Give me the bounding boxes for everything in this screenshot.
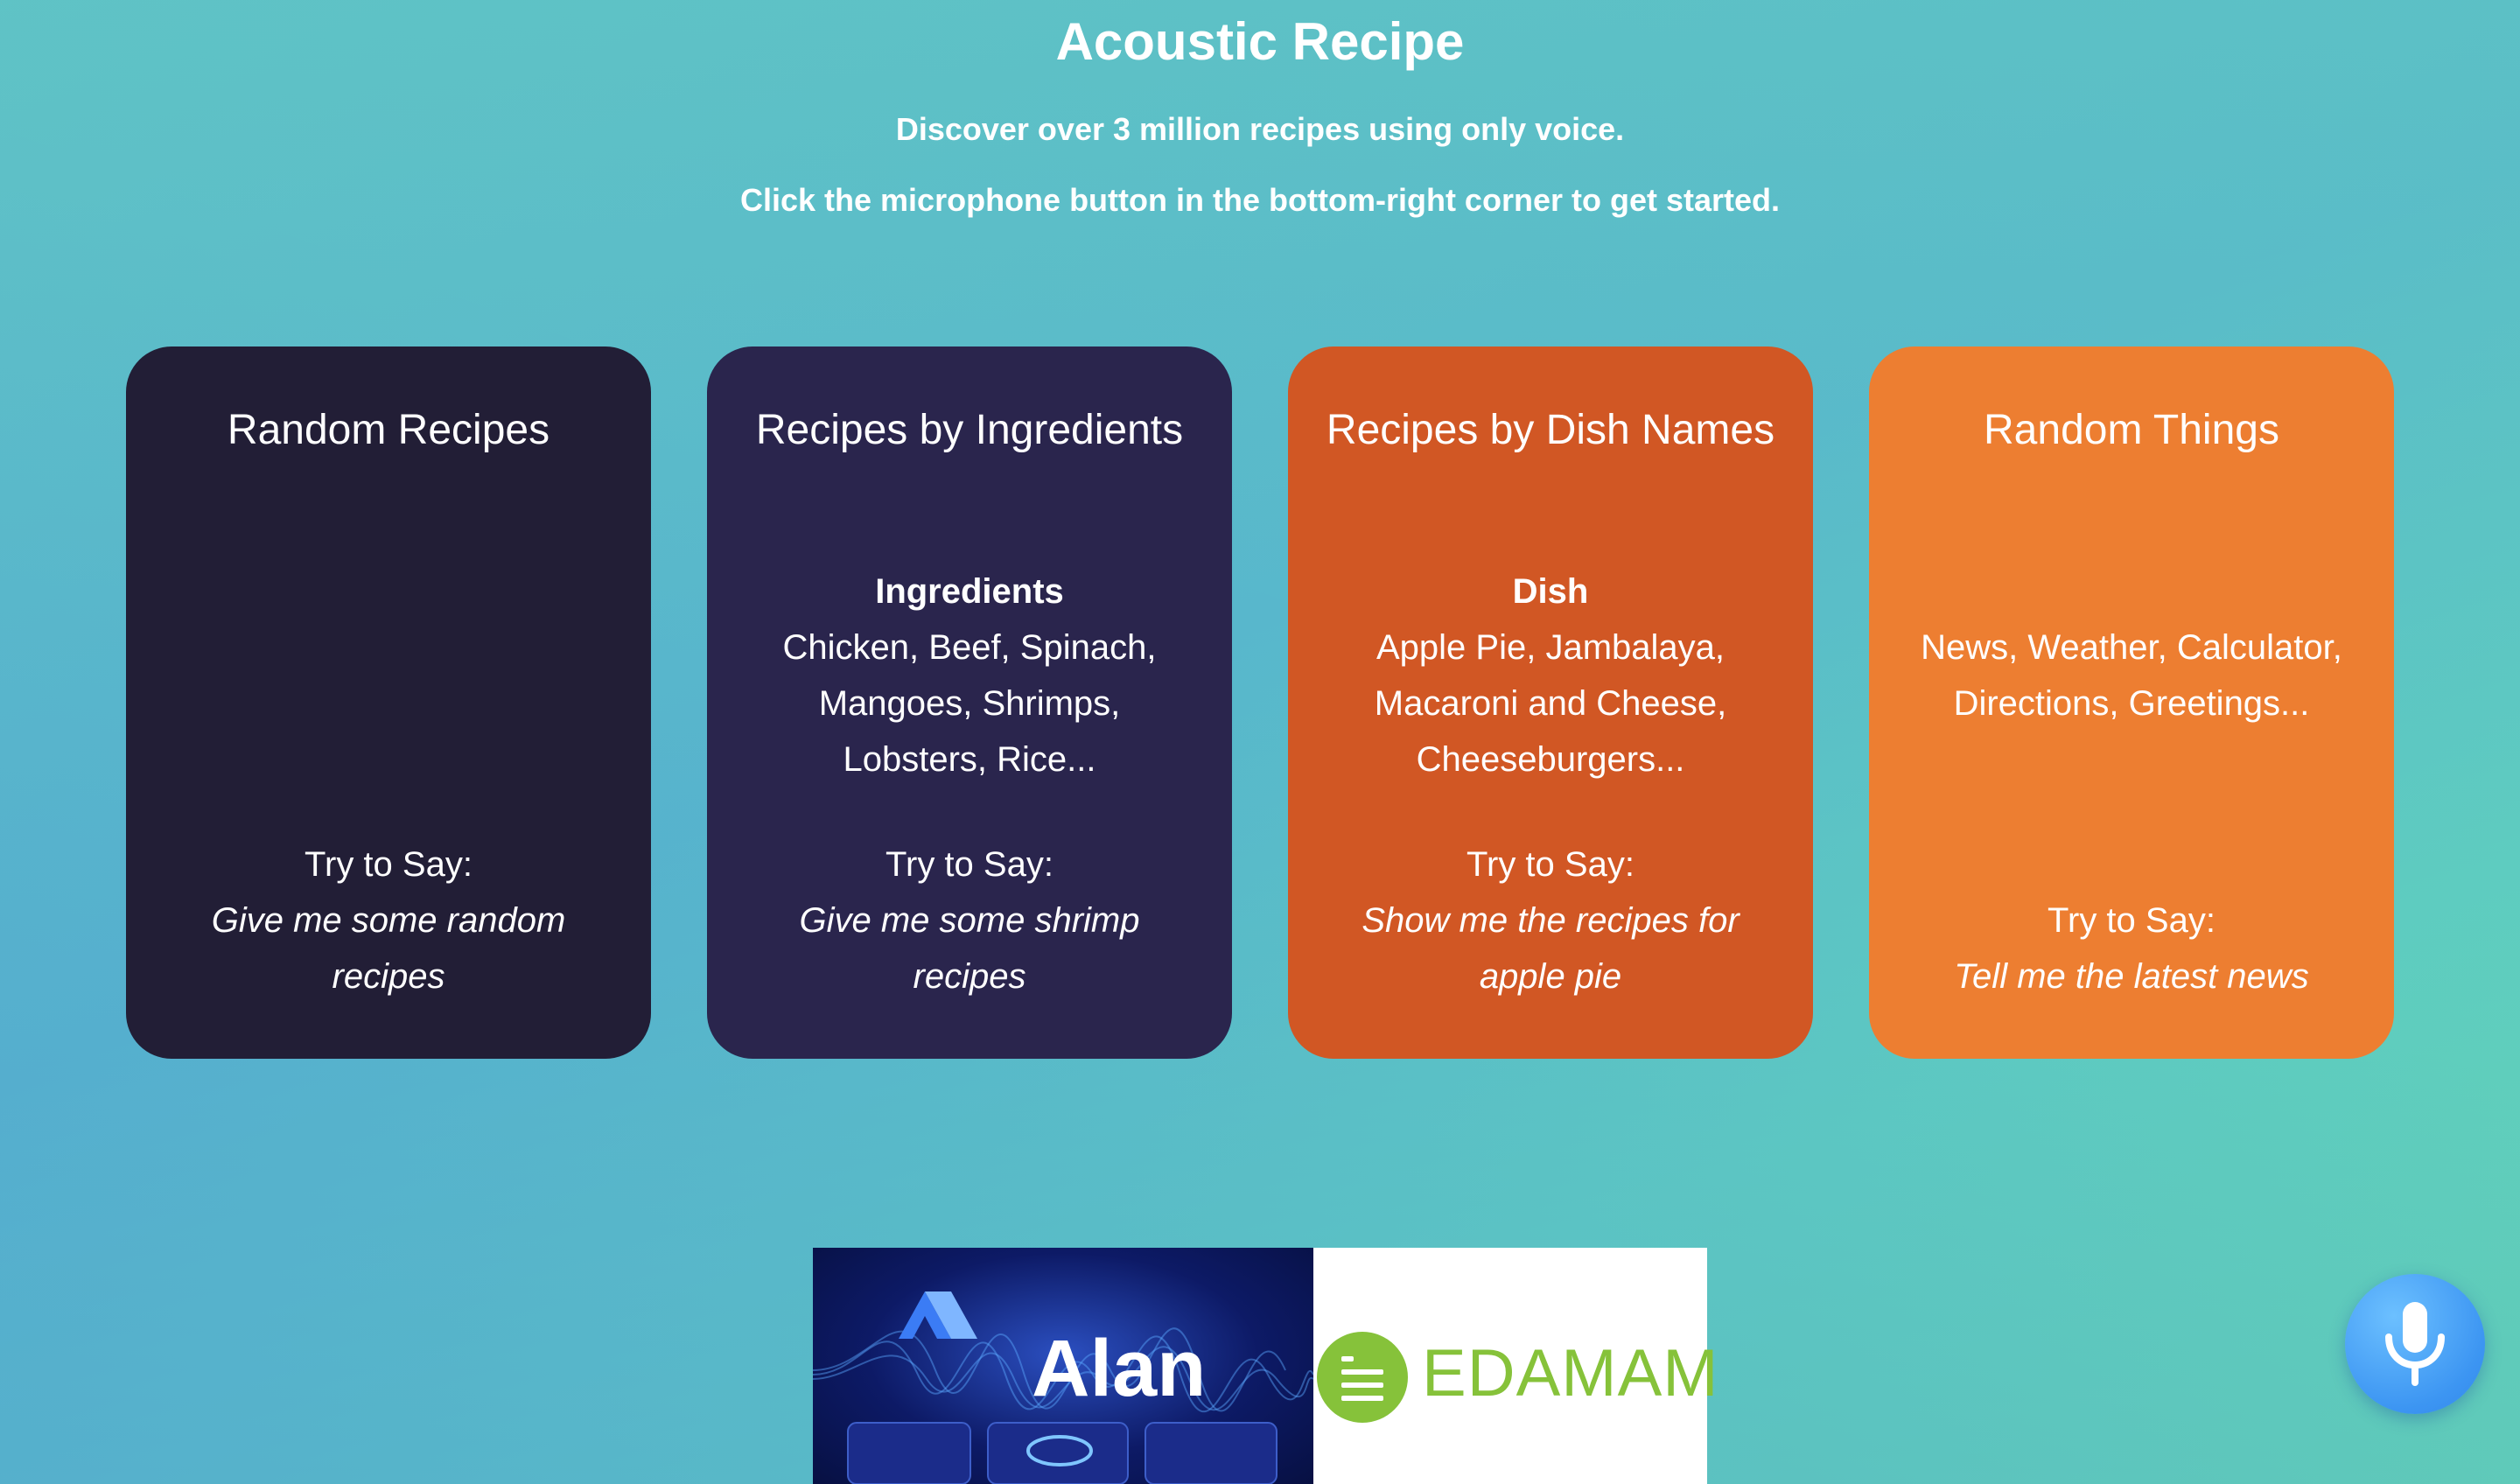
card-body: News, Weather, Calculator, Directions, G… <box>1904 620 2359 732</box>
partner-logos: Alan EDAMAM <box>813 1248 1718 1484</box>
try-to-say: Try to Say: Give me some shrimp recipes <box>742 836 1197 1004</box>
card-body: Dish Apple Pie, Jambalaya, Macaroni and … <box>1323 564 1778 788</box>
card-body-items: News, Weather, Calculator, Directions, G… <box>1921 628 2342 723</box>
try-label: Try to Say: <box>886 845 1054 884</box>
card-body-items: Apple Pie, Jambalaya, Macaroni and Chees… <box>1374 628 1727 779</box>
try-phrase: Tell me the latest news <box>1954 957 2309 996</box>
try-phrase: Show me the recipes for apple pie <box>1362 901 1740 996</box>
card-recipes-by-ingredients: Recipes by Ingredients Ingredients Chick… <box>707 346 1232 1059</box>
card-recipes-by-dish-names: Recipes by Dish Names Dish Apple Pie, Ja… <box>1288 346 1813 1059</box>
try-to-say: Try to Say: Give me some random recipes <box>161 836 616 1004</box>
page-title: Acoustic Recipe <box>1055 12 1465 71</box>
card-random-recipes: Random Recipes Try to Say: Give me some … <box>126 346 651 1059</box>
try-to-say: Try to Say: Show me the recipes for appl… <box>1323 836 1778 1004</box>
microphone-button[interactable] <box>2345 1274 2485 1414</box>
alan-logo: Alan <box>813 1248 1313 1484</box>
page-subtitle-discover: Discover over 3 million recipes using on… <box>895 111 1625 147</box>
try-label: Try to Say: <box>1466 845 1634 884</box>
page-subtitle-instructions: Click the microphone button in the botto… <box>740 182 1780 218</box>
edamam-logo-text: EDAMAM <box>1422 1336 1719 1410</box>
alan-logo-text: Alan <box>1032 1324 1207 1413</box>
try-label: Try to Say: <box>2048 901 2216 940</box>
card-title: Random Recipes <box>227 407 550 453</box>
microphone-icon <box>2385 1302 2445 1386</box>
card-body-heading: Dish <box>1512 572 1589 611</box>
try-to-say: Try to Say: Tell me the latest news <box>1904 892 2359 1004</box>
card-body: Ingredients Chicken, Beef, Spinach, Mang… <box>742 564 1197 788</box>
try-label: Try to Say: <box>304 845 472 884</box>
card-random-things: Random Things News, Weather, Calculator,… <box>1869 346 2394 1059</box>
card-title: Random Things <box>1984 407 2279 453</box>
try-phrase: Give me some shrimp recipes <box>799 901 1140 996</box>
category-cards: Random Recipes Try to Say: Give me some … <box>126 346 2394 1059</box>
edamam-logo: EDAMAM <box>1313 1248 1718 1484</box>
card-title: Recipes by Dish Names <box>1326 407 1775 453</box>
try-phrase: Give me some random recipes <box>211 901 566 996</box>
card-title: Recipes by Ingredients <box>755 407 1184 453</box>
card-body-heading: Ingredients <box>875 572 1064 611</box>
card-body-items: Chicken, Beef, Spinach, Mangoes, Shrimps… <box>782 628 1157 779</box>
edamam-logo-icon <box>1317 1332 1408 1423</box>
